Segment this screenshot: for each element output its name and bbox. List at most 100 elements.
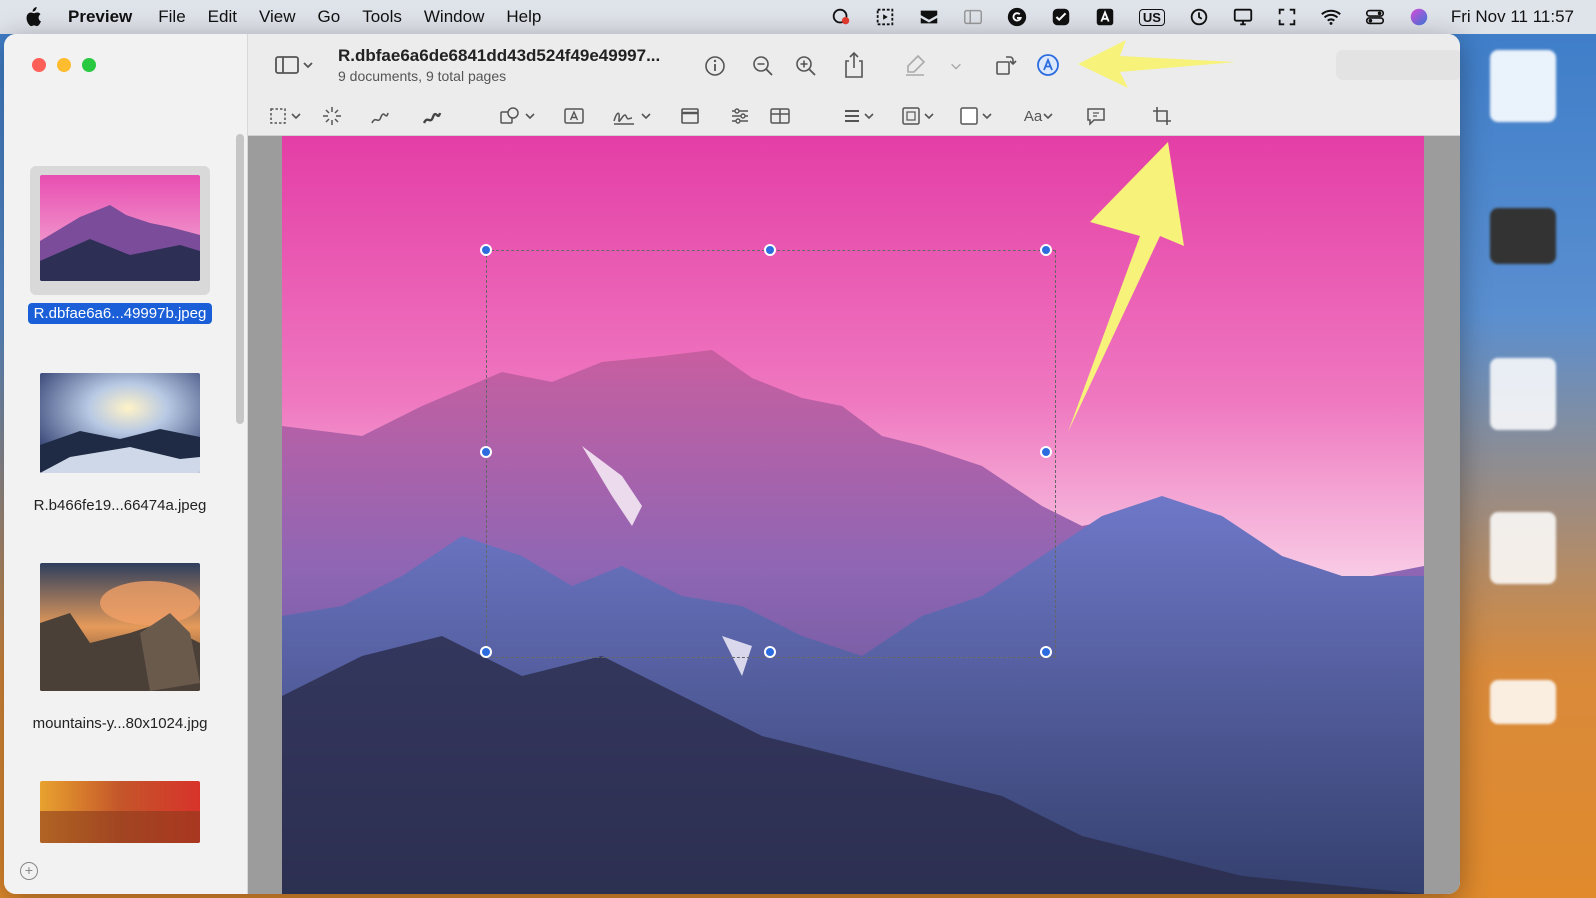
sidebar-thumbnail[interactable] [22,772,218,857]
sidebar-scrollbar[interactable] [236,134,244,424]
selection-handle[interactable] [480,646,492,658]
desktop-item-label [1468,730,1578,745]
note-button[interactable] [678,104,702,128]
app-name-menu[interactable]: Preview [68,7,132,27]
description-button[interactable] [1084,104,1108,128]
zoom-window-button[interactable] [82,58,96,72]
chevron-down-icon [1043,113,1053,120]
chevron-down-icon [951,63,961,70]
selection-handle[interactable] [764,244,776,256]
sketch-button[interactable] [368,104,392,128]
crop-button[interactable] [1150,104,1174,128]
desktop-item-label [1468,436,1578,451]
fill-color-button[interactable] [958,104,996,128]
sidebar-thumbnail[interactable]: mountains-y...80x1024.jpg [22,554,218,734]
highlight-menu-button[interactable] [948,56,964,76]
sidebar-layout-icon[interactable] [961,6,985,28]
desktop-file-icon [1490,358,1556,430]
markup-icon [1037,54,1059,76]
text-box-button[interactable] [562,104,586,128]
desktop-icons [1462,40,1596,890]
selection-handle[interactable] [764,646,776,658]
rotate-button[interactable] [992,52,1018,78]
border-color-button[interactable] [900,104,938,128]
selection-handle[interactable] [1040,244,1052,256]
draw-button[interactable] [420,104,444,128]
grammarly-icon[interactable] [1005,6,1029,28]
adjust-size-button[interactable] [768,104,792,128]
line-style-button[interactable] [842,104,878,128]
text-style-button[interactable]: Aa [1020,104,1060,128]
instant-alpha-button[interactable] [320,104,344,128]
desktop-file-icon [1490,50,1556,122]
desktop-item[interactable] [1468,50,1578,143]
add-page-button[interactable]: + [20,862,38,880]
menu-view[interactable]: View [259,7,296,27]
signature-icon [613,112,651,125]
menu-window[interactable]: Window [424,7,484,27]
desktop-item[interactable] [1468,208,1578,285]
info-button[interactable] [702,53,728,79]
desktop-item[interactable] [1468,680,1578,745]
sidebar-thumbnail[interactable]: R.dbfae6a6...49997b.jpeg [22,166,218,324]
time-machine-icon[interactable] [1187,6,1211,28]
sidebar-toggle-button[interactable] [270,52,318,78]
markup-toolbar-button[interactable] [1035,52,1061,78]
preview-window: R.dbfae6a6...49997b.jpeg R.b466fe19...66… [4,34,1460,894]
close-window-button[interactable] [32,58,46,72]
shapes-button[interactable] [498,104,538,128]
menu-bar: Preview File Edit View Go Tools Window H… [0,0,1596,34]
minimize-window-button[interactable] [57,58,71,72]
apple-icon[interactable] [22,7,42,27]
selection-tool-button[interactable] [268,104,304,128]
desktop-item[interactable] [1468,512,1578,605]
selection-handle[interactable] [1040,446,1052,458]
info-icon [705,56,725,76]
adjust-color-icon [732,108,748,124]
selection-handle[interactable] [1040,646,1052,658]
selection-handle[interactable] [480,244,492,256]
display-icon[interactable] [1231,6,1255,28]
desktop-item-label [1468,128,1578,143]
desktop-item[interactable] [1468,358,1578,451]
screen-recording-icon[interactable] [829,6,853,28]
search-input[interactable] [1336,50,1460,80]
zoom-out-icon [753,56,773,76]
check-icon[interactable] [1049,6,1073,28]
thumbnail-label: R.dbfae6a6...49997b.jpeg [27,303,213,324]
desktop-file-icon [1490,680,1556,724]
desktop-item-label [1468,590,1578,605]
zoom-in-button[interactable] [793,53,819,79]
adobe-icon[interactable] [1093,6,1117,28]
zoom-out-button[interactable] [750,53,776,79]
keyboard-layout-badge[interactable]: US [1137,6,1167,28]
screenshot-icon[interactable] [873,6,897,28]
sidebar-thumbnail[interactable]: R.b466fe19...66474a.jpeg [22,364,218,516]
share-button[interactable] [841,50,867,80]
thumbnail-label: mountains-y...80x1024.jpg [32,715,208,732]
menu-go[interactable]: Go [318,7,341,27]
inbox-icon[interactable] [917,6,941,28]
crop-selection-marquee[interactable] [480,244,1056,658]
fullscreen-icon[interactable] [1275,6,1299,28]
menu-edit[interactable]: Edit [208,7,237,27]
window-toolbar: R.dbfae6a6de6841dd43d524f49e49997... 9 d… [248,34,1460,96]
siri-icon[interactable] [1407,6,1431,28]
highlight-button[interactable] [902,51,928,79]
sign-button[interactable] [612,104,654,128]
adjust-size-icon [770,108,790,124]
shapes-icon [500,107,535,124]
menu-file[interactable]: File [158,7,185,27]
desktop-file-icon [1490,208,1556,264]
menu-help[interactable]: Help [506,7,541,27]
control-center-icon[interactable] [1363,6,1387,28]
menu-clock[interactable]: Fri Nov 11 11:57 [1451,7,1574,27]
desktop-item-label [1468,270,1578,285]
status-area: US Fri Nov 11 11:57 [829,0,1596,34]
wifi-icon[interactable] [1319,6,1343,28]
window-controls [32,58,107,72]
adjust-color-button[interactable] [728,104,752,128]
thumbnail-frame [30,166,210,295]
menu-tools[interactable]: Tools [362,7,402,27]
selection-handle[interactable] [480,446,492,458]
